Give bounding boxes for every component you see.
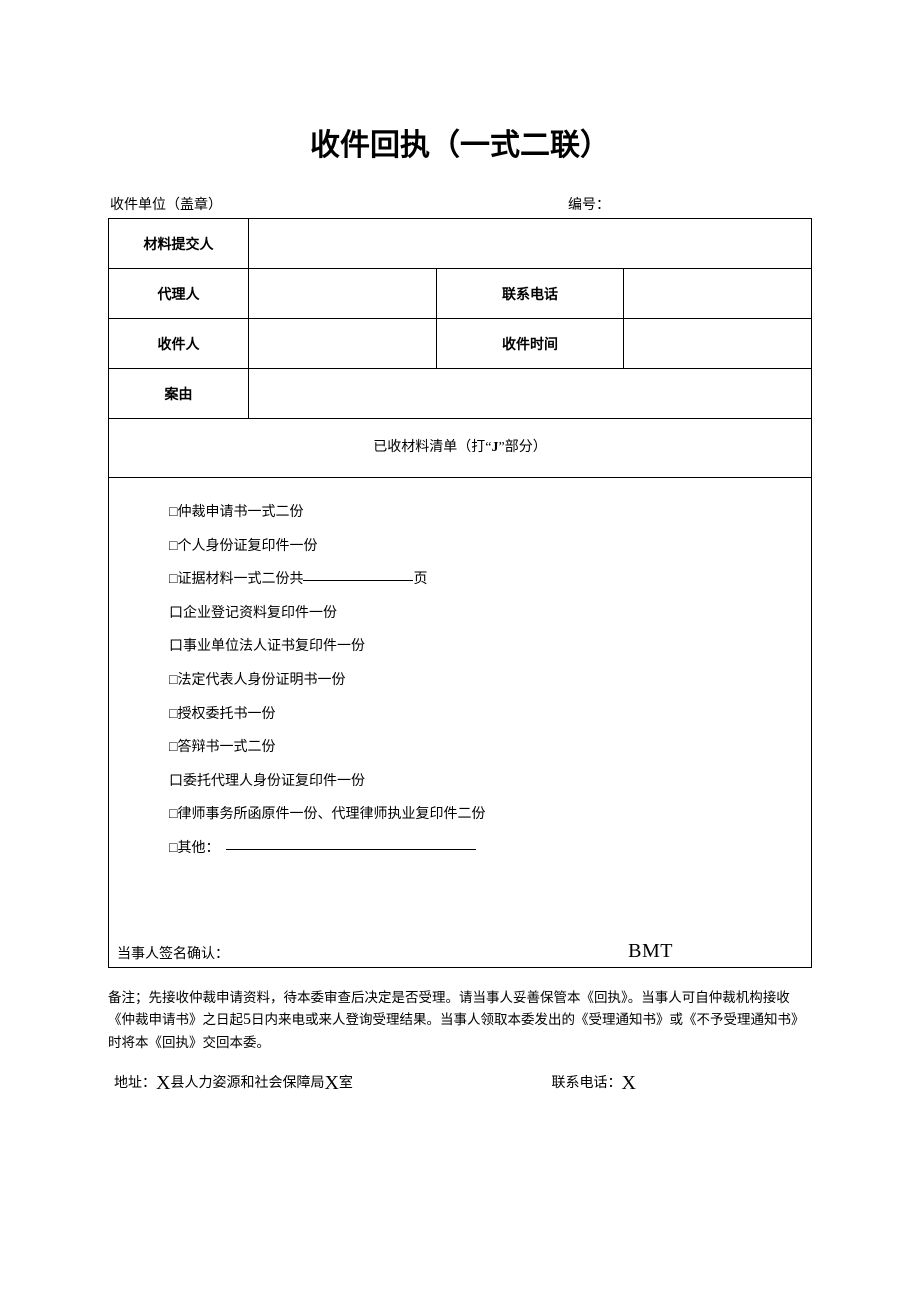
receiver-label: 收件人 xyxy=(109,319,249,369)
checklist-header-j: J xyxy=(492,440,499,455)
address-x2: X xyxy=(324,1072,338,1094)
checklist-header-suffix: ”部分） xyxy=(499,440,547,455)
signature-cell: 当事人签名确认： BMT xyxy=(109,936,812,968)
contact-phone-x: X xyxy=(622,1072,636,1094)
phone-value[interactable] xyxy=(624,269,812,319)
page-title: 收件回执（一式二联） xyxy=(108,120,812,164)
receive-time-value[interactable] xyxy=(624,319,812,369)
cause-value[interactable] xyxy=(249,369,812,419)
contact-phone-label: 联系电话： xyxy=(552,1076,622,1091)
receive-time-label: 收件时间 xyxy=(436,319,624,369)
receiving-unit-label: 收件单位（盖章） xyxy=(110,194,222,214)
phone-label: 联系电话 xyxy=(436,269,624,319)
checklist-header: 已收材料清单（打“J”部分） xyxy=(109,419,812,478)
checklist-item-other-label: □其他： xyxy=(169,841,219,856)
address-x1: X xyxy=(156,1072,170,1094)
other-field[interactable] xyxy=(226,849,476,850)
checklist-item-evidence[interactable]: □证据材料一式二份共 页 xyxy=(169,563,751,597)
submitter-value[interactable] xyxy=(249,219,812,269)
remark-text: 备注；先接收仲裁申请资料，待本委审查后决定是否受理。请当事人妥善保管本《回执》。… xyxy=(108,988,812,1055)
address-text: 地址：X县人力姿源和社会保障局X室 xyxy=(108,1072,552,1095)
checklist-item[interactable]: □个人身份证复印件一份 xyxy=(169,530,751,564)
address-mid2: 室 xyxy=(339,1076,353,1091)
form-table: 材料提交人 代理人 联系电话 收件人 收件时间 案由 已收材料清单（打“J”部分… xyxy=(108,218,812,968)
serial-number-label: 编号： xyxy=(568,198,610,213)
checklist-item[interactable]: 口事业单位法人证书复印件一份 xyxy=(169,630,751,664)
checklist-item[interactable]: □律师事务所函原件一份、代理律师执业复印件二份 xyxy=(169,798,751,832)
address-mid1: 县人力姿源和社会保障局 xyxy=(170,1076,324,1091)
checklist-header-prefix: 已收材料清单（打“ xyxy=(373,440,491,455)
submitter-label: 材料提交人 xyxy=(109,219,249,269)
evidence-pages-field[interactable] xyxy=(303,580,413,581)
checklist-item[interactable]: 口企业登记资料复印件一份 xyxy=(169,597,751,631)
receiver-value[interactable] xyxy=(249,319,437,369)
remark-days: 5 xyxy=(243,1011,251,1028)
checklist-area: □仲裁申请书一式二份 □个人身份证复印件一份 □证据材料一式二份共 页 口企业登记… xyxy=(109,478,812,936)
agent-value[interactable] xyxy=(249,269,437,319)
cause-label: 案由 xyxy=(109,369,249,419)
header-row: 收件单位（盖章） 编号： xyxy=(108,194,812,214)
address-row: 地址：X县人力姿源和社会保障局X室 联系电话：X xyxy=(108,1072,812,1095)
checklist-item[interactable]: □答辩书一式二份 xyxy=(169,731,751,765)
agent-label: 代理人 xyxy=(109,269,249,319)
checklist-item-evidence-prefix: □证据材料一式二份共 xyxy=(169,572,303,587)
address-label: 地址： xyxy=(114,1076,156,1091)
serial-number: 编号： xyxy=(568,194,610,214)
signature-label: 当事人签名确认： xyxy=(117,943,229,963)
checklist-item[interactable]: □法定代表人身份证明书一份 xyxy=(169,664,751,698)
bmt-text: BMT xyxy=(628,940,673,963)
checklist-item[interactable]: 口委托代理人身份证复印件一份 xyxy=(169,765,751,799)
checklist-item-other[interactable]: □其他： xyxy=(169,832,751,866)
checklist-item[interactable]: □授权委托书一份 xyxy=(169,698,751,732)
checklist-item-evidence-suffix: 页 xyxy=(413,572,427,587)
contact-phone-text: 联系电话：X xyxy=(552,1072,636,1095)
checklist-item[interactable]: □仲裁申请书一式二份 xyxy=(169,496,751,530)
